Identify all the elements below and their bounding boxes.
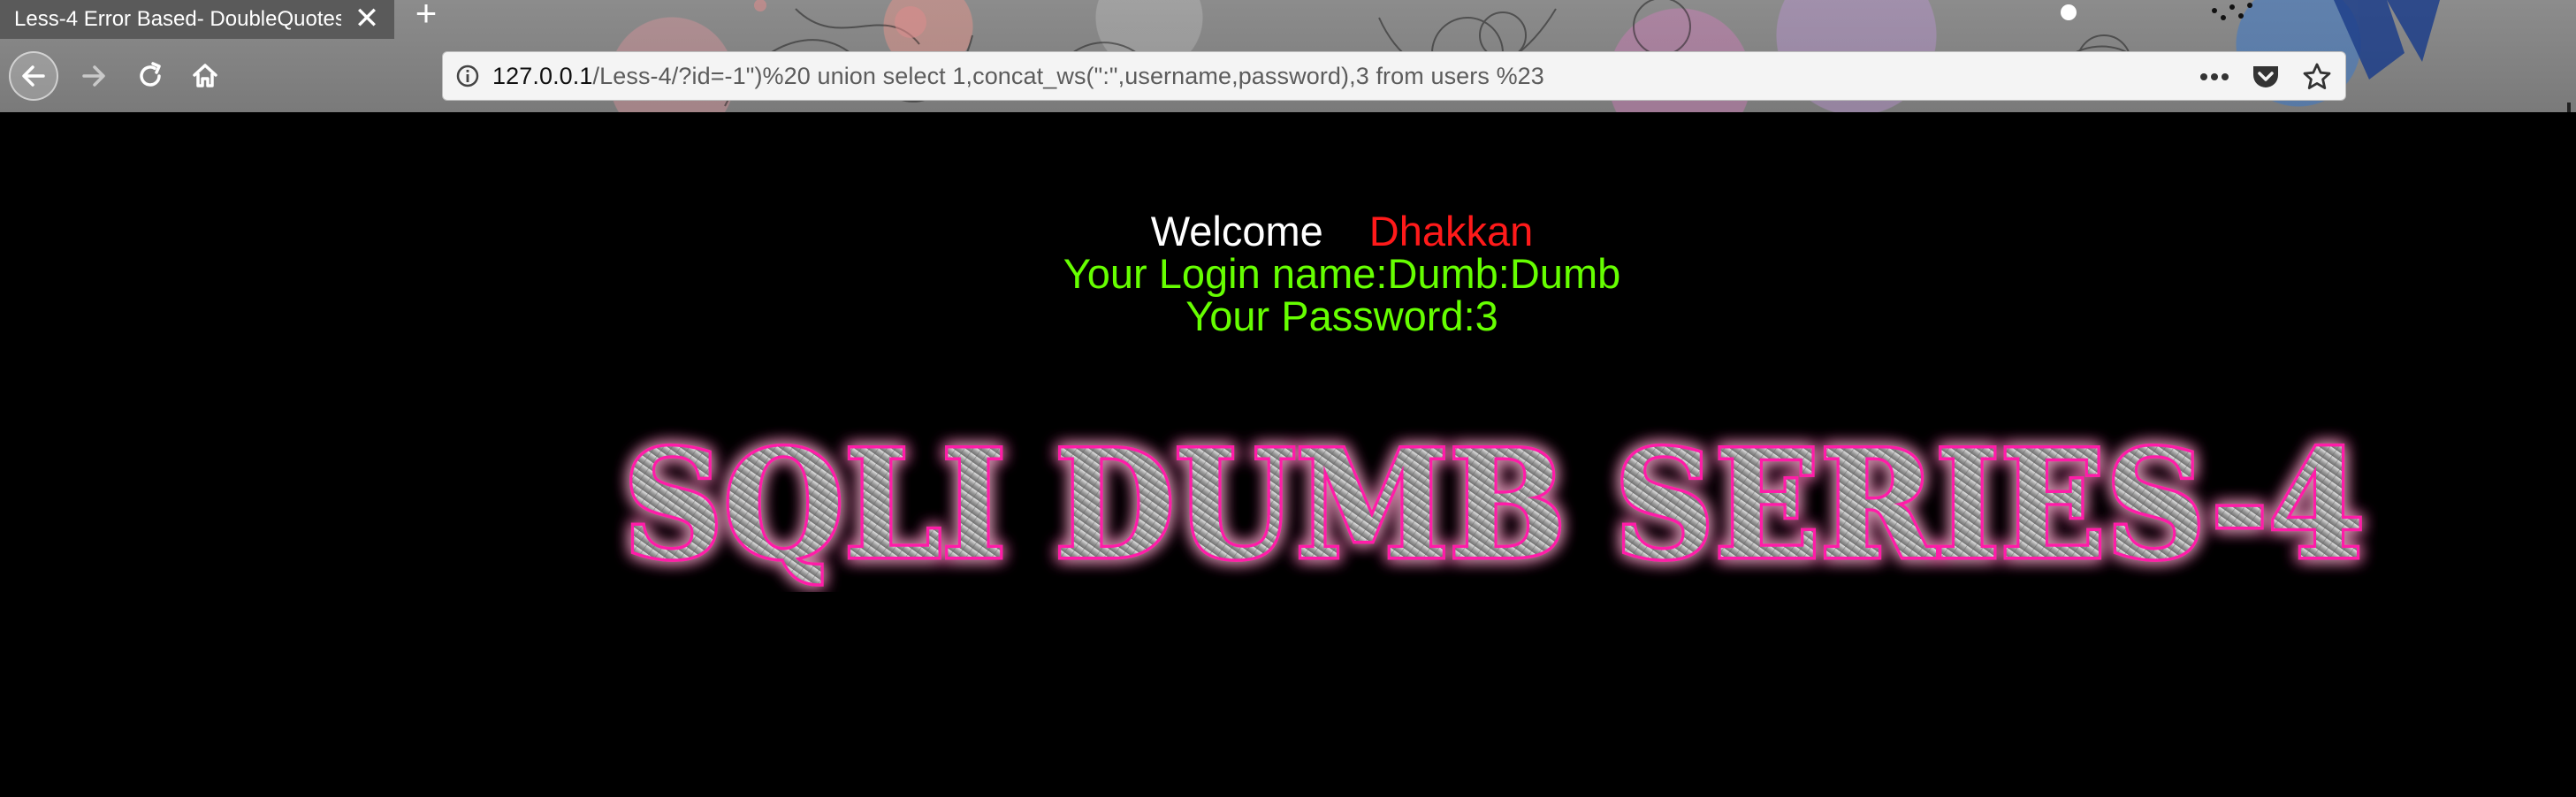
sidebar-edge-icon[interactable] (2564, 101, 2576, 112)
page-content: Welcome Dhakkan Your Login name:Dumb:Dumb… (0, 112, 2576, 797)
url-actions (2199, 52, 2333, 102)
arrow-left-icon (22, 65, 45, 87)
url-host: 127.0.0.1 (492, 62, 593, 89)
url-path: /Less-4/?id=-1")%20 union select 1,conca… (592, 62, 1544, 89)
url-text[interactable]: 127.0.0.1/Less-4/?id=-1")%20 union selec… (492, 63, 1544, 90)
welcome-line: Welcome Dhakkan (0, 208, 2576, 255)
browser-chrome: Less-4 Error Based- DoubleQuotes ✕ + 127… (0, 0, 2576, 112)
more-icon[interactable] (2199, 61, 2230, 93)
tab-active[interactable]: Less-4 Error Based- DoubleQuotes ✕ (0, 0, 394, 39)
welcome-name: Dhakkan (1368, 208, 1534, 254)
info-icon[interactable] (443, 51, 492, 101)
pocket-icon[interactable] (2250, 61, 2282, 93)
home-icon (193, 64, 217, 87)
bookmark-star-icon[interactable] (2301, 61, 2333, 93)
banner-text: SQLI DUMB SERIES-4 (623, 424, 2365, 592)
welcome-text: Welcome (1150, 208, 1323, 254)
back-button[interactable] (9, 51, 58, 101)
tab-strip: Less-4 Error Based- DoubleQuotes ✕ + (0, 0, 2576, 39)
home-button[interactable] (180, 51, 230, 101)
reload-icon (140, 62, 161, 87)
navigation-toolbar: 127.0.0.1/Less-4/?id=-1")%20 union selec… (0, 39, 2576, 112)
tab-title: Less-4 Error Based- DoubleQuotes (14, 7, 341, 31)
series-banner-image: SQLI DUMB SERIES-4 (621, 424, 2368, 592)
new-tab-button[interactable]: + (407, 0, 446, 32)
close-tab-icon[interactable]: ✕ (352, 4, 382, 34)
arrow-right-icon (82, 65, 105, 87)
forward-button[interactable] (69, 51, 118, 101)
password-text: Your Password:3 (1185, 292, 1498, 339)
url-bar[interactable]: 127.0.0.1/Less-4/?id=-1")%20 union selec… (442, 51, 2346, 101)
login-name-text: Your Login name:Dumb:Dumb (1063, 250, 1621, 297)
reload-button[interactable] (126, 51, 175, 101)
